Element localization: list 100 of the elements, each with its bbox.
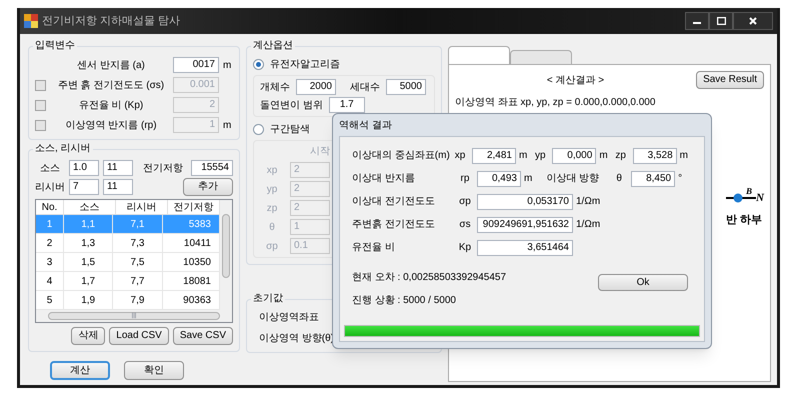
diagram-caption: 반 하부	[726, 214, 762, 226]
column-header[interactable]: 리시버	[116, 200, 168, 214]
label: σp	[265, 240, 279, 254]
value-field[interactable]: 11	[103, 179, 133, 195]
table-cell: 1,1	[64, 215, 114, 233]
value-field[interactable]: 0,493	[477, 170, 521, 186]
value-field[interactable]: 5000	[386, 79, 426, 95]
tab[interactable]	[510, 50, 572, 64]
value-field[interactable]: 7	[69, 179, 99, 195]
table-row[interactable]: 2 1,3 7,3 10411	[36, 234, 220, 253]
table-row[interactable]: 4 1,7 7,7 18081	[36, 272, 220, 291]
symbol-label: rp	[460, 172, 470, 186]
unit-label: m	[524, 172, 532, 186]
group-title: 소스, 리시버	[33, 143, 93, 155]
app-icon	[24, 14, 38, 28]
label: 이상대 전기전도도	[352, 195, 436, 209]
table-cell: 7,9	[113, 291, 163, 309]
table-cell: 1,7	[64, 272, 114, 290]
label: 이상영역좌표	[259, 311, 320, 325]
unit-label: m	[223, 60, 232, 70]
value-field[interactable]: 0017	[173, 57, 219, 73]
table-cell: 1,3	[64, 234, 114, 252]
close-icon	[749, 17, 757, 25]
value-field[interactable]: 11	[103, 160, 133, 176]
table-row[interactable]: 5 1,9 7,9 90363	[36, 291, 220, 310]
label: 시작	[310, 146, 330, 157]
maximize-button[interactable]	[709, 12, 733, 30]
label: 이상대의 중심좌표(m)	[352, 149, 451, 163]
value-field[interactable]: 15554	[191, 160, 233, 176]
group-title: 계산옵션	[251, 40, 295, 52]
ok-button[interactable]: Ok	[598, 274, 688, 290]
result-heading: < 계산결과 >	[546, 74, 604, 86]
radio-button[interactable]	[253, 59, 264, 70]
table-cell: 7,7	[113, 272, 163, 290]
button[interactable]: 삭제	[71, 327, 106, 345]
window-title: 전기비저항 지하매설물 탐사	[42, 14, 180, 29]
table-cell: 5	[36, 291, 64, 309]
label: 이상영역 반지름 (rp)	[65, 120, 157, 130]
unit-label: m	[518, 149, 528, 163]
label: 유전율 비 (Kp)	[78, 100, 144, 110]
value-field[interactable]: 2000	[296, 79, 336, 95]
symbol-label: Kp	[458, 241, 472, 255]
value-field[interactable]: 0,053170	[477, 194, 573, 210]
table-cell: 4	[36, 272, 64, 290]
table-cell: 7,1	[113, 215, 163, 233]
button[interactable]: 확인	[124, 361, 184, 380]
button[interactable]: 계산	[50, 361, 110, 380]
label: 세대수	[350, 80, 380, 94]
column-header[interactable]: No.	[36, 200, 64, 214]
close-button[interactable]	[733, 12, 773, 30]
result-text: 이상영역 좌표 xp, yp, zp = 0.000,0.000,0.000	[455, 97, 656, 108]
point-on-axis-drawing	[726, 193, 756, 204]
label: 개체수	[260, 80, 290, 94]
table-cell: 1,5	[64, 253, 114, 271]
table-cell: 2	[36, 234, 64, 252]
unit-label: m	[599, 149, 608, 163]
axis-label: N	[756, 191, 764, 206]
button[interactable]: Load CSV	[109, 327, 169, 345]
table-cell: 1	[36, 215, 64, 233]
table-cell: 7,5	[113, 253, 163, 271]
label: 구간탐색	[270, 123, 310, 137]
label: xp	[266, 164, 278, 178]
error-text: 현재 오차 : 0,00258503392945457	[352, 271, 506, 285]
button[interactable]: 추가	[183, 178, 233, 196]
symbol-label: σs	[458, 218, 472, 232]
symbol-label: σp	[458, 195, 472, 209]
value-field[interactable]: 2,481	[472, 148, 516, 164]
radio-button[interactable]	[253, 124, 264, 135]
tab[interactable]	[448, 46, 510, 64]
label: 전기저항	[143, 162, 183, 176]
symbol-label: xp	[454, 149, 466, 163]
table-cell: 7,3	[113, 234, 163, 252]
label: 주변흙 전기전도도	[352, 218, 436, 232]
unit-label: °	[678, 172, 682, 186]
label: θ	[268, 220, 276, 234]
minimize-button[interactable]	[685, 12, 709, 30]
label: 유전율 비	[352, 241, 396, 255]
progress-text: 진행 상황 : 5000 / 5000	[352, 294, 457, 308]
label: 리시버	[35, 180, 65, 194]
label: 이상대 방향	[546, 172, 600, 186]
button[interactable]: Save Result	[696, 71, 764, 89]
vertical-scrollbar[interactable]	[220, 200, 232, 310]
button[interactable]: Save CSV	[172, 327, 233, 345]
table-cell: 1,9	[64, 291, 114, 309]
value-field[interactable]: 0,000	[552, 148, 596, 164]
value-field[interactable]: 3,651464	[477, 240, 573, 256]
value-field[interactable]: 1.0	[69, 160, 99, 176]
label: 소스	[39, 162, 61, 176]
symbol-label: yp	[534, 149, 547, 163]
label: yp	[266, 182, 278, 196]
value-field[interactable]: 909249691,951632	[477, 216, 573, 232]
dialog-title: 역해석 결과	[339, 118, 392, 132]
label: 돌연변이 범위	[260, 98, 323, 112]
value-field[interactable]: 3,528	[632, 148, 677, 164]
value-field[interactable]: 1.7	[328, 97, 365, 113]
column-header[interactable]: 소스	[64, 200, 116, 214]
group-title: 초기값	[251, 293, 285, 305]
table-row[interactable]: 3 1,5 7,5 10350	[36, 253, 220, 272]
unit-label: 1/Ωm	[576, 195, 600, 209]
value-field[interactable]: 8,450	[631, 170, 676, 186]
